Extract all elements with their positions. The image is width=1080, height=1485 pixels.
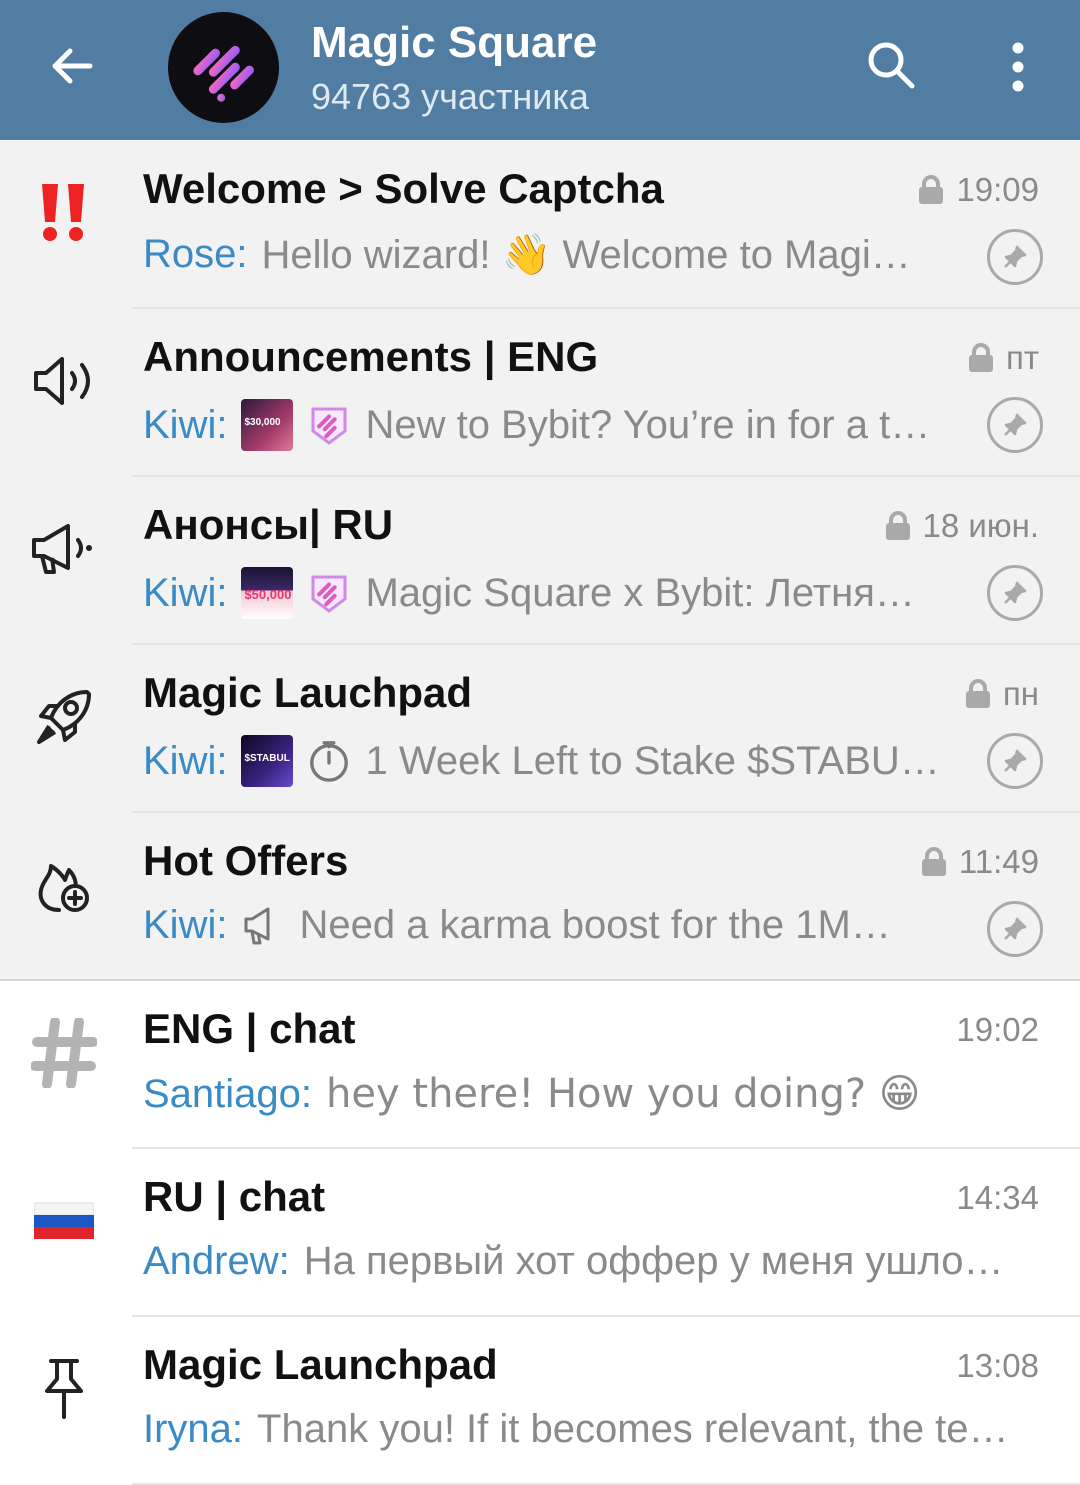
message-preview: Magic Square x Bybit: Летня… xyxy=(365,570,915,615)
topic-time: 13:08 xyxy=(956,1347,1039,1384)
message-sender: Kiwi: xyxy=(143,570,228,615)
topic-title: Hot Offers xyxy=(143,837,349,884)
message-sender: Santiago: xyxy=(143,1071,313,1116)
search-icon xyxy=(868,42,915,89)
search-button[interactable] xyxy=(858,32,924,98)
message-preview: Thank you! If it becomes relevant, the t… xyxy=(257,1407,1009,1451)
message-sender: Rose: xyxy=(143,232,248,276)
group-avatar[interactable] xyxy=(168,12,279,123)
topic-title: Magic Launchpad xyxy=(143,1341,498,1388)
pin-icon xyxy=(1004,917,1027,940)
message-preview: New to Bybit? You’re in for a t… xyxy=(365,402,931,447)
topic-row[interactable]: Welcome > Solve Captcha 19:09 Rose: Hell… xyxy=(0,141,1080,309)
pinned-badge xyxy=(987,397,1043,453)
lock-icon xyxy=(921,847,946,876)
hashtag-icon xyxy=(26,1015,102,1091)
message-sender: Kiwi: xyxy=(143,738,228,783)
message-preview: 1 Week Left to Stake $STABU… xyxy=(365,738,940,783)
message-preview: На первый хот оффер у меня ушло… xyxy=(303,1239,1004,1283)
magic-square-sticker-icon xyxy=(307,571,351,615)
pin-icon xyxy=(1004,413,1027,436)
megaphone-small-icon xyxy=(241,904,285,948)
lock-icon xyxy=(885,511,910,540)
message-preview: hey there! How you doing? 😁 xyxy=(326,1071,921,1117)
media-thumbnail: $50,000 xyxy=(241,567,294,619)
topic-time: пн xyxy=(1002,675,1039,712)
topic-time: 19:09 xyxy=(956,171,1039,208)
message-sender: Kiwi: xyxy=(143,903,228,947)
topic-title: Welcome > Solve Captcha xyxy=(143,165,664,212)
pinned-badge xyxy=(987,565,1043,621)
topic-title: RU | chat xyxy=(143,1173,326,1220)
more-options-button[interactable] xyxy=(990,32,1046,102)
lock-icon xyxy=(919,175,944,204)
russian-flag-icon xyxy=(26,1183,102,1259)
more-vertical-icon xyxy=(1012,42,1024,92)
media-thumbnail: $STABUL xyxy=(241,735,294,787)
message-preview: Need a karma boost for the 1M… xyxy=(299,903,891,947)
topic-row[interactable]: Magic Launchpad 13:08 Iryna: Thank you! … xyxy=(0,1317,1080,1485)
topic-title: Magic Lauchpad xyxy=(143,669,473,716)
speaker-icon xyxy=(26,343,102,419)
topic-row[interactable]: Hot Offers 11:49 Kiwi: Need a karma boos… xyxy=(0,813,1080,981)
topic-row[interactable]: RU | chat 14:34 Andrew: На первый хот оф… xyxy=(0,1149,1080,1317)
topic-title: ENG | chat xyxy=(143,1005,356,1052)
chat-header: Magic Square 94763 участника xyxy=(0,0,1080,140)
media-thumbnail: $30,000 xyxy=(241,399,294,451)
member-count: 94763 участника xyxy=(311,76,589,117)
back-arrow-icon xyxy=(52,48,93,84)
group-title[interactable]: Magic Square xyxy=(311,18,597,68)
pin-icon xyxy=(1004,749,1027,772)
topic-row[interactable]: ENG | chat 19:02 Santiago: hey there! Ho… xyxy=(0,981,1080,1149)
pin-icon xyxy=(1004,581,1027,604)
topic-time: 14:34 xyxy=(956,1179,1039,1216)
lock-icon xyxy=(965,679,990,708)
pinned-badge xyxy=(987,901,1043,957)
topic-row[interactable]: Announcements | ENG пт Kiwi: $30,000 New… xyxy=(0,309,1080,477)
message-sender: Andrew: xyxy=(143,1239,290,1283)
lock-icon xyxy=(969,343,994,372)
topic-time: 11:49 xyxy=(958,843,1039,880)
magic-square-sticker-icon xyxy=(307,403,351,447)
double-exclamation-icon xyxy=(26,175,102,251)
topic-row[interactable]: Анонсы| RU 18 июн. Kiwi: $50,000 Magic S… xyxy=(0,477,1080,645)
flame-plus-icon xyxy=(26,847,102,923)
message-sender: Kiwi: xyxy=(143,402,228,447)
pinned-badge xyxy=(987,733,1043,789)
message-preview: Hello wizard! 👋 Welcome to Magi… xyxy=(261,233,911,277)
pin-icon xyxy=(1004,245,1027,268)
rocket-icon xyxy=(26,679,102,755)
megaphone-icon xyxy=(26,511,102,587)
message-sender: Iryna: xyxy=(143,1407,244,1451)
topic-row[interactable]: Magic Lauchpad пн Kiwi: $STABUL 1 Week L… xyxy=(0,645,1080,813)
pinned-badge xyxy=(987,229,1043,285)
topic-time: 18 июн. xyxy=(922,507,1039,544)
pushpin-icon xyxy=(26,1351,102,1427)
topic-time: 19:02 xyxy=(956,1011,1039,1048)
topic-title: Анонсы| RU xyxy=(143,501,394,548)
magic-square-logo xyxy=(192,45,254,102)
topic-time: пт xyxy=(1006,339,1039,376)
back-button[interactable] xyxy=(36,30,108,102)
topic-title: Announcements | ENG xyxy=(143,333,599,380)
stopwatch-icon xyxy=(307,739,351,783)
